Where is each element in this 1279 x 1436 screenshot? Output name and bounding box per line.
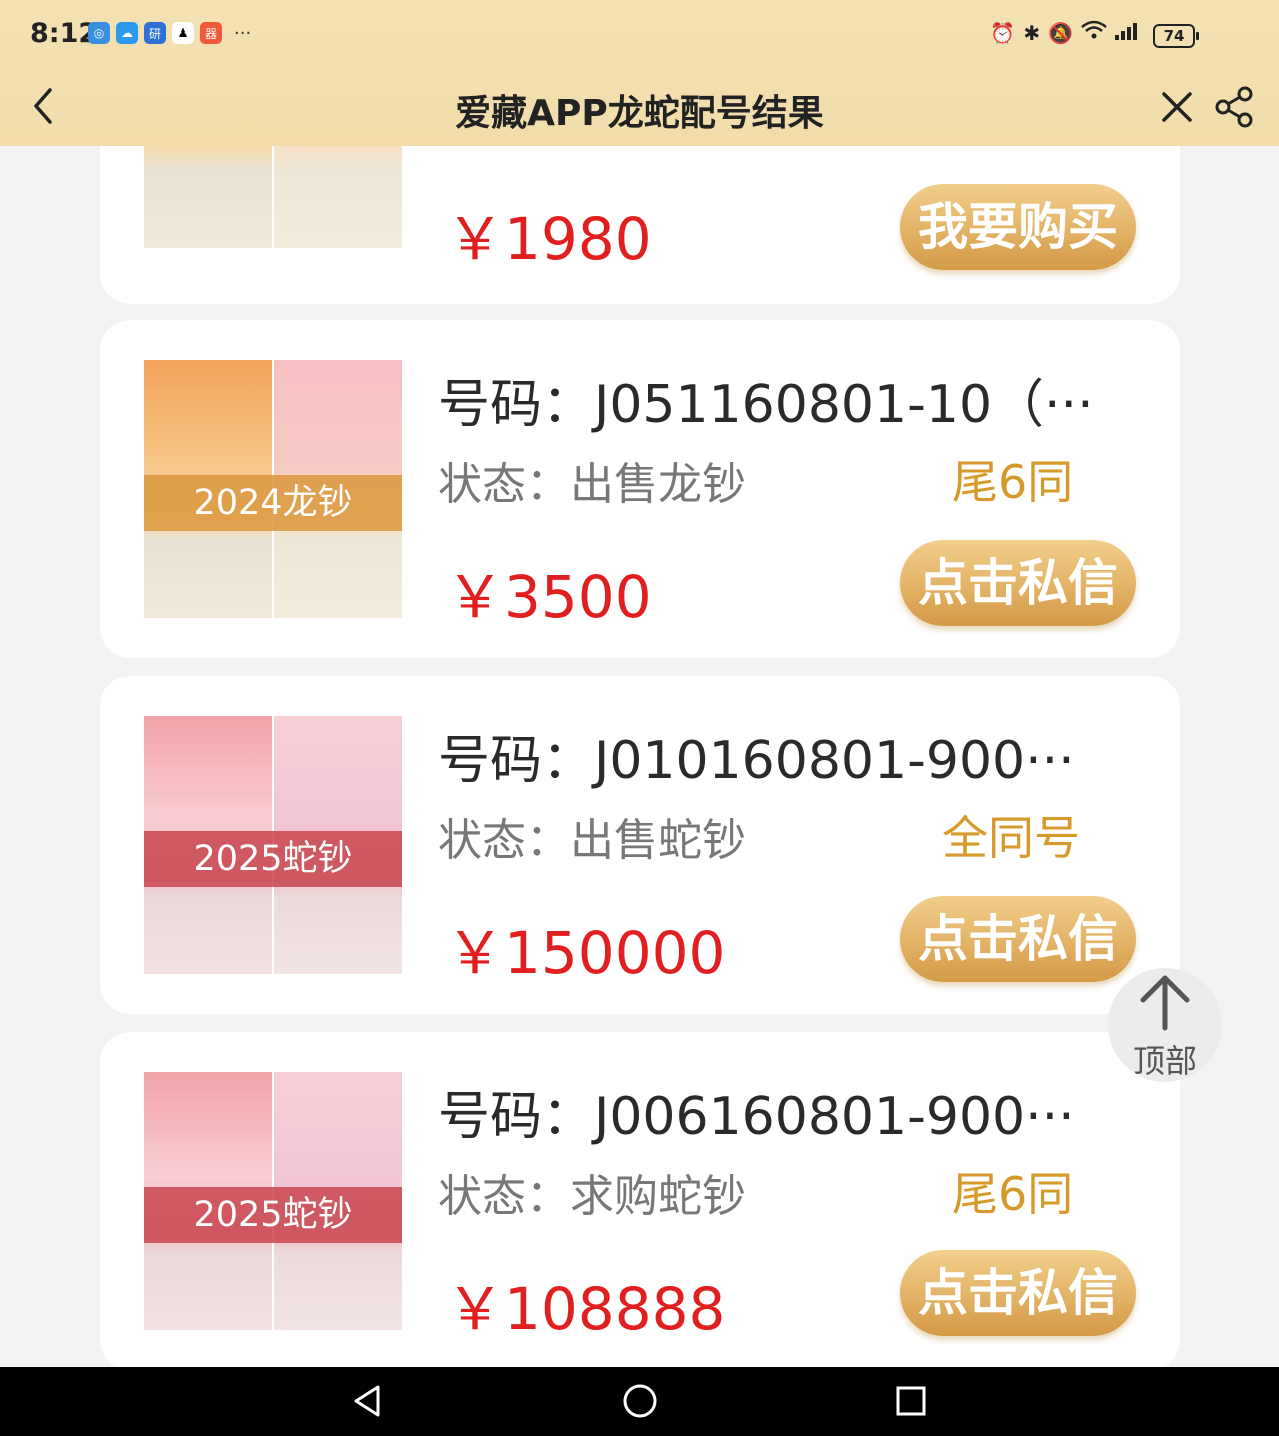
price: ￥108888: [446, 1275, 726, 1343]
nav-back-icon: [354, 1385, 380, 1417]
serial-number: 号码：J051160801-10（···: [438, 375, 1094, 435]
listing-card[interactable]: 2025蛇钞 号码：J010160801-900··· 状态：出售蛇钞 全同号 …: [100, 676, 1180, 1014]
buy-button[interactable]: 我要购买: [900, 184, 1136, 270]
number-tag: 尾6同: [952, 1167, 1074, 1221]
listing-card[interactable]: 2025蛇钞 号码：J006160801-900··· 状态：求购蛇钞 尾6同 …: [100, 1032, 1180, 1370]
nav-home-icon: [623, 1384, 657, 1418]
bluetooth-icon: ✱: [1023, 20, 1041, 45]
cloud-icon: ☁: [116, 22, 138, 44]
notification-icons: ◎ ☁ 研 ♟ 器 ···: [88, 22, 251, 44]
banknote-image: 2025蛇钞: [144, 716, 402, 974]
note-label: 2025蛇钞: [144, 1187, 402, 1243]
more-notifications: ···: [234, 22, 252, 44]
nav-back-button[interactable]: [346, 1379, 390, 1423]
listing-card[interactable]: 2024龙钞 号码：J051160801-10（··· 状态：出售龙钞 尾6同 …: [100, 320, 1180, 658]
listing-status: 状态：出售蛇钞: [438, 815, 746, 866]
status-bar: 8:12 ◎ ☁ 研 ♟ 器 ··· ⏰ ✱ 🔕 74: [0, 0, 1279, 70]
listing-status: 状态：出售龙钞: [438, 459, 746, 510]
top-bar: 8:12 ◎ ☁ 研 ♟ 器 ··· ⏰ ✱ 🔕 74 爱藏APP龙蛇配号结果: [0, 0, 1279, 146]
app-notification-icon: 器: [200, 22, 222, 44]
alarm-icon: ⏰: [990, 20, 1016, 45]
status-icons: ⏰ ✱ 🔕: [990, 20, 1139, 45]
signal-icon: [1115, 21, 1139, 45]
nav-recents-icon: [896, 1386, 926, 1416]
note-label: 2024龙钞: [144, 475, 402, 531]
listing-status: 状态：求购蛇钞: [438, 1171, 746, 1222]
banknote-image: 2024龙钞: [144, 360, 402, 618]
nav-home-button[interactable]: [618, 1379, 662, 1423]
nav-recents-button[interactable]: [889, 1379, 933, 1423]
serial-number: 号码：J006160801-900···: [438, 1087, 1075, 1147]
close-button[interactable]: [1156, 86, 1198, 128]
battery-indicator: 74: [1153, 24, 1199, 48]
wifi-icon: [1081, 20, 1107, 45]
price: ￥150000: [446, 919, 726, 987]
title-bar: 爱藏APP龙蛇配号结果: [0, 70, 1279, 146]
banknote-image: 2025蛇钞: [144, 1072, 402, 1330]
penguin-icon: ♟: [172, 22, 194, 44]
share-button[interactable]: [1214, 86, 1256, 128]
share-icon: [1215, 86, 1253, 128]
number-tag: 全同号: [942, 811, 1080, 865]
price: ￥1980: [446, 205, 652, 273]
system-nav-bar: [0, 1367, 1279, 1436]
note-label: 2025蛇钞: [144, 831, 402, 887]
price: ￥3500: [446, 563, 652, 631]
scroll-to-top-label: 顶部: [1132, 1042, 1197, 1080]
arrow-up-icon: [1140, 975, 1190, 1031]
mute-icon: 🔕: [1048, 20, 1073, 45]
app-notification-icon: 研: [144, 22, 166, 44]
message-button[interactable]: 点击私信: [900, 896, 1136, 982]
scroll-to-top-button[interactable]: 顶部: [1108, 968, 1222, 1082]
number-tag: 尾6同: [952, 455, 1074, 509]
message-button[interactable]: 点击私信: [900, 540, 1136, 626]
page-title: 爱藏APP龙蛇配号结果: [455, 93, 824, 134]
close-icon: [1162, 92, 1192, 122]
app-notification-icon: ◎: [88, 22, 110, 44]
message-button[interactable]: 点击私信: [900, 1250, 1136, 1336]
serial-number: 号码：J010160801-900···: [438, 731, 1075, 791]
